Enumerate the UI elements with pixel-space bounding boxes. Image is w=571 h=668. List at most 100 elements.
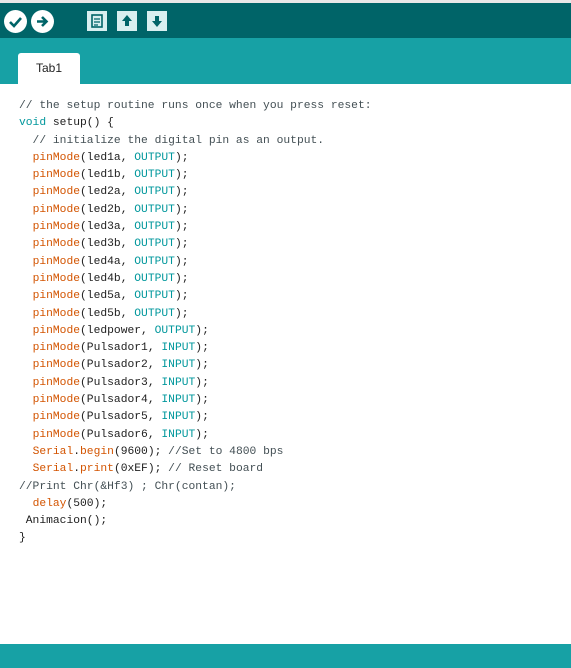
code-token: pinMode <box>32 203 81 216</box>
code-token: (Pulsador5, <box>80 411 162 424</box>
code-editor[interactable]: // the setup routine runs once when you … <box>0 84 571 644</box>
code-token: void <box>19 117 47 130</box>
code-token: pinMode <box>32 394 81 407</box>
code-line: pinMode(led2a, OUTPUT); <box>19 184 372 201</box>
code-token: (led1b, <box>80 169 135 182</box>
toolbar <box>0 0 571 38</box>
code-token: (led5b, <box>80 307 135 320</box>
code-token: pinMode <box>32 186 81 199</box>
code-token: INPUT <box>161 394 196 407</box>
code-token: OUTPUT <box>134 169 175 182</box>
tab-tab1[interactable]: Tab1 <box>18 53 80 84</box>
code-token: ); <box>195 394 209 407</box>
code-token: setup() { <box>46 117 114 130</box>
code-line: pinMode(led5b, OUTPUT); <box>19 306 372 323</box>
code-line: } <box>19 530 372 547</box>
code-line: void setup() { <box>19 115 372 132</box>
code-token: INPUT <box>161 359 196 372</box>
code-token: OUTPUT <box>134 307 175 320</box>
code-token: (led2b, <box>80 203 135 216</box>
code-token: (Pulsador1, <box>80 342 162 355</box>
code-line: Animacion(); <box>19 513 372 530</box>
code-line: // the setup routine runs once when you … <box>19 98 372 115</box>
code-token: // the setup routine runs once when you … <box>19 100 372 112</box>
code-token: ); <box>174 307 189 320</box>
code-token: ); <box>174 290 189 303</box>
code-token: (500); <box>66 497 108 510</box>
code-line: pinMode(led3b, OUTPUT); <box>19 236 372 253</box>
code-line: pinMode(Pulsador2, INPUT); <box>19 357 372 374</box>
code-token: pinMode <box>32 238 81 251</box>
tab-label: Tab1 <box>35 61 63 75</box>
code-token: (led3a, <box>80 221 135 234</box>
code-token: ); <box>195 359 209 372</box>
open-button[interactable] <box>117 11 137 31</box>
code-token: (led2a, <box>80 186 135 199</box>
code-line: pinMode(led3a, OUTPUT); <box>19 219 372 236</box>
code-token: (led4b, <box>80 272 135 285</box>
code-token: ); <box>195 376 209 389</box>
code-token: begin <box>80 445 114 458</box>
code-token: OUTPUT <box>134 290 175 303</box>
code-token: OUTPUT <box>134 203 175 216</box>
code-token: delay <box>32 497 67 510</box>
code-line: //Print Chr(&Hf3) ; Chr(contan); <box>19 479 372 496</box>
code-line: pinMode(Pulsador1, INPUT); <box>19 340 372 357</box>
window-top-edge <box>0 0 571 3</box>
verify-button[interactable] <box>4 10 27 33</box>
code-token: Animacion(); <box>19 515 108 528</box>
code-token: INPUT <box>161 376 196 389</box>
code-token: (9600); <box>113 445 169 458</box>
arrow-right-icon <box>37 16 49 27</box>
code-token: OUTPUT <box>134 186 175 199</box>
code-token: ); <box>174 186 189 199</box>
code-line: pinMode(led2b, OUTPUT); <box>19 202 372 219</box>
new-button[interactable] <box>87 11 107 31</box>
code-token: (led1a, <box>80 151 135 164</box>
code-line: pinMode(Pulsador4, INPUT); <box>19 392 372 409</box>
save-button[interactable] <box>147 11 167 31</box>
document-icon <box>91 14 103 28</box>
code-token: (led4a, <box>80 255 135 268</box>
code-token: INPUT <box>161 411 196 424</box>
code-token: ); <box>174 221 189 234</box>
code-line: Serial.print(0xEF); // Reset board <box>19 461 372 478</box>
code-token: OUTPUT <box>134 255 175 268</box>
code-line: pinMode(led1b, OUTPUT); <box>19 167 372 184</box>
arrow-up-icon <box>122 15 132 26</box>
code-token: (Pulsador6, <box>80 428 162 441</box>
code-line: // initialize the digital pin as an outp… <box>19 133 372 150</box>
code-token: OUTPUT <box>134 151 175 164</box>
code-token: OUTPUT <box>134 238 175 251</box>
code-token: pinMode <box>32 428 81 441</box>
code-token: pinMode <box>32 307 81 320</box>
code-token: // Reset board <box>168 463 264 476</box>
code-token: // initialize the digital pin as an outp… <box>19 134 325 147</box>
code-token: INPUT <box>161 428 196 441</box>
code-token: pinMode <box>32 342 81 355</box>
code-line: pinMode(Pulsador5, INPUT); <box>19 409 372 426</box>
code-token: } <box>19 532 26 545</box>
code-token: pinMode <box>32 151 81 164</box>
code-line: pinMode(ledpower, OUTPUT); <box>19 323 372 340</box>
code-token: (led3b, <box>80 238 135 251</box>
code-area[interactable]: // the setup routine runs once when you … <box>19 98 372 548</box>
tab-bar: Tab1 <box>0 38 571 84</box>
code-line: pinMode(led4b, OUTPUT); <box>19 271 372 288</box>
upload-button[interactable] <box>31 10 54 33</box>
code-token: (0xEF); <box>113 463 169 476</box>
